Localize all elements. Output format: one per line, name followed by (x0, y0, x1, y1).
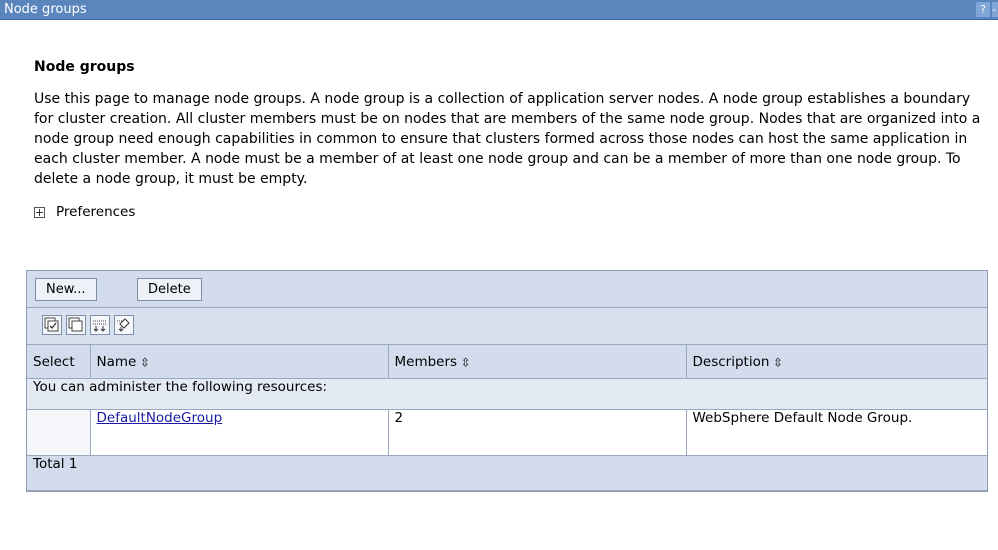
column-header-label[interactable]: Name (97, 354, 137, 370)
section-label: You can administer the following resourc… (27, 378, 987, 410)
section-row: You can administer the following resourc… (27, 378, 987, 410)
column-header-description[interactable]: Description ⇳ (686, 345, 987, 379)
column-header-label[interactable]: Description (693, 354, 770, 370)
delete-button[interactable]: Delete (137, 278, 202, 301)
deselect-all-icon[interactable] (66, 315, 86, 335)
total-label: Total 1 (27, 455, 987, 491)
description-cell: WebSphere Default Node Group. (686, 409, 987, 456)
collection-panel: New... Delete Select Name ⇳ Members ⇳ Desc… (26, 270, 988, 492)
help-button[interactable]: ? (976, 2, 990, 17)
sort-icon[interactable]: ⇳ (140, 355, 149, 369)
clear-filter-icon[interactable] (114, 315, 134, 335)
select-all-icon[interactable] (42, 315, 62, 335)
name-cell: DefaultNodeGroup (90, 409, 389, 456)
select-cell[interactable] (27, 409, 91, 456)
node-groups-table: Select Name ⇳ Members ⇳ Description ⇳ You c… (27, 345, 987, 491)
preferences-toggle[interactable]: Preferences (34, 203, 986, 221)
members-cell: 2 (388, 409, 687, 456)
main-content: Node groups Use this page to manage node… (34, 58, 986, 221)
total-row: Total 1 (27, 455, 987, 491)
column-header-members[interactable]: Members ⇳ (388, 345, 687, 379)
new-button[interactable]: New... (35, 278, 97, 301)
icon-toolbar (27, 308, 987, 345)
button-toolbar: New... Delete (27, 271, 987, 308)
window-titlebar: Node groups ? - (0, 0, 998, 20)
node-group-link[interactable]: DefaultNodeGroup (97, 410, 223, 426)
expand-icon[interactable] (34, 206, 45, 218)
page-title: Node groups (34, 59, 135, 75)
column-header-name[interactable]: Name ⇳ (90, 345, 389, 379)
table-row: DefaultNodeGroup 2 WebSphere Default Nod… (27, 409, 987, 456)
table-header-row: Select Name ⇳ Members ⇳ Description ⇳ (27, 345, 987, 379)
window-title: Node groups (4, 2, 87, 17)
column-header-select: Select (27, 345, 91, 379)
preferences-label[interactable]: Preferences (56, 203, 135, 221)
page-description: Use this page to manage node groups. A n… (34, 91, 981, 187)
column-header-label[interactable]: Members (395, 354, 458, 370)
sort-icon[interactable]: ⇳ (773, 355, 782, 369)
sort-icon[interactable]: ⇳ (461, 355, 470, 369)
minimize-button[interactable]: - (992, 2, 998, 17)
show-filter-icon[interactable] (90, 315, 110, 335)
